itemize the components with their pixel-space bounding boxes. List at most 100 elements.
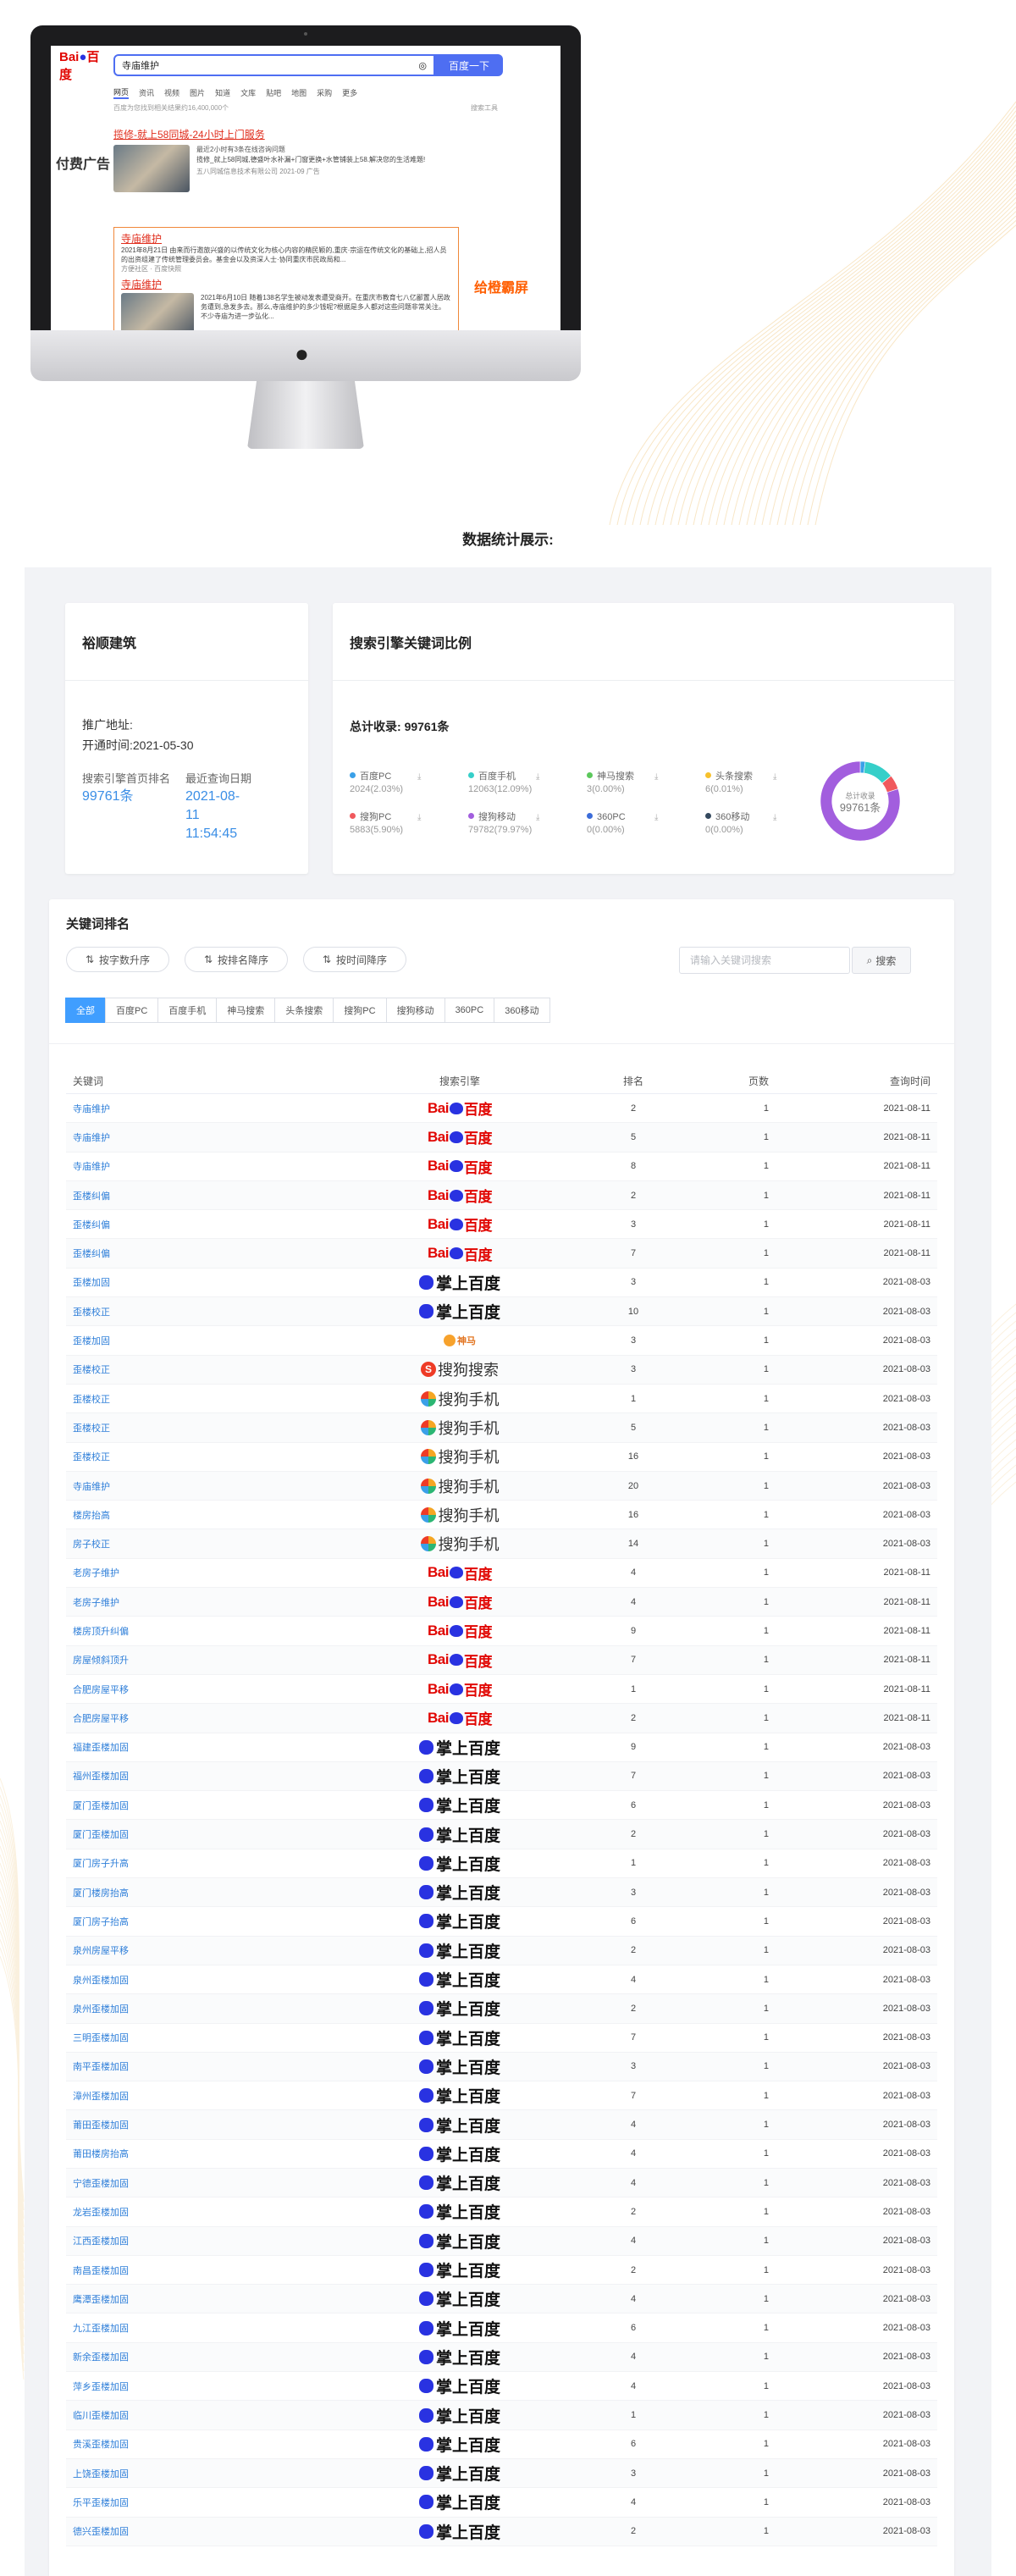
sort-by-rank-button[interactable]: ⇅ 按排名降序 bbox=[185, 947, 288, 972]
keyword-link[interactable]: 乐平歪楼加固 bbox=[66, 2496, 345, 2509]
keyword-link[interactable]: 萍乡歪楼加固 bbox=[66, 2380, 345, 2393]
keyword-link[interactable]: 三明歪楼加固 bbox=[66, 2031, 345, 2044]
screen-search-input[interactable]: 寺庙维护 ◎ bbox=[113, 54, 435, 76]
keyword-link[interactable]: 临川歪楼加固 bbox=[66, 2408, 345, 2422]
tab-shenma[interactable]: 神马搜索 bbox=[216, 998, 276, 1023]
keyword-link[interactable]: 房屋倾斜顶升 bbox=[66, 1653, 345, 1667]
keyword-link[interactable]: 老房子维护 bbox=[66, 1595, 345, 1609]
screen-tab[interactable]: 视频 bbox=[164, 87, 179, 98]
keyword-link[interactable]: 歪楼纠偏 bbox=[66, 1218, 345, 1231]
keyword-link[interactable]: 寺庙维护 bbox=[66, 1479, 345, 1493]
keyword-link[interactable]: 楼房抬高 bbox=[66, 1508, 345, 1522]
download-icon[interactable]: ⤓ bbox=[536, 811, 539, 824]
tab-sogou-mobile[interactable]: 搜狗移动 bbox=[385, 998, 445, 1023]
keyword-link[interactable]: 厦门歪楼加固 bbox=[66, 1799, 345, 1812]
screen-tab[interactable]: 贴吧 bbox=[266, 87, 281, 98]
screen-tab[interactable]: 文库 bbox=[240, 87, 256, 98]
keyword-search-input[interactable] bbox=[679, 947, 850, 974]
screen-search-button[interactable]: 百度一下 bbox=[435, 54, 503, 76]
keyword-link[interactable]: 南平歪楼加固 bbox=[66, 2059, 345, 2073]
keyword-link[interactable]: 福建歪楼加固 bbox=[66, 1740, 345, 1754]
legend-item[interactable]: 搜狗PC ⤓ 5883(5.90%) bbox=[350, 811, 468, 837]
keyword-link[interactable]: 寺庙维护 bbox=[66, 1130, 345, 1144]
tab-sogou-pc[interactable]: 搜狗PC bbox=[333, 998, 387, 1023]
keyword-link[interactable]: 厦门楼房抬高 bbox=[66, 1886, 345, 1899]
keyword-link[interactable]: 寺庙维护 bbox=[66, 1102, 345, 1115]
keyword-link[interactable]: 歪楼校正 bbox=[66, 1363, 345, 1376]
table-row: 漳州歪楼加固 掌上百度 7 1 2021-08-03 bbox=[66, 2081, 937, 2111]
keyword-link[interactable]: 歪楼校正 bbox=[66, 1421, 345, 1434]
download-icon[interactable]: ⤓ bbox=[773, 771, 776, 783]
download-icon[interactable]: ⤓ bbox=[536, 771, 539, 783]
keyword-link[interactable]: 莆田歪楼加固 bbox=[66, 2118, 345, 2131]
keyword-link[interactable]: 福州歪楼加固 bbox=[66, 1769, 345, 1783]
keyword-link[interactable]: 寺庙维护 bbox=[66, 1159, 345, 1173]
ad-title[interactable]: 揽修-就上58同城-24小时上门服务 bbox=[113, 127, 469, 141]
keyword-search-button[interactable]: ⌕ 搜索 bbox=[852, 947, 911, 974]
keyword-link[interactable]: 南昌歪楼加固 bbox=[66, 2264, 345, 2277]
legend-item[interactable]: 360PC ⤓ 0(0.00%) bbox=[587, 811, 705, 837]
screen-tab[interactable]: 资讯 bbox=[139, 87, 154, 98]
keyword-link[interactable]: 德兴歪楼加固 bbox=[66, 2524, 345, 2538]
keyword-link[interactable]: 贵溪歪楼加固 bbox=[66, 2437, 345, 2451]
keyword-link[interactable]: 歪楼校正 bbox=[66, 1392, 345, 1406]
screen-tab[interactable]: 采购 bbox=[317, 87, 332, 98]
legend-item[interactable]: 搜狗移动 ⤓ 79782(79.97%) bbox=[468, 811, 587, 837]
screen-tab[interactable]: 图片 bbox=[190, 87, 205, 98]
keyword-link[interactable]: 泉州房屋平移 bbox=[66, 1943, 345, 1957]
keyword-link[interactable]: 歪楼纠偏 bbox=[66, 1247, 345, 1260]
keyword-link[interactable]: 上饶歪楼加固 bbox=[66, 2467, 345, 2480]
keyword-link[interactable]: 合肥房屋平移 bbox=[66, 1683, 345, 1696]
keyword-link[interactable]: 楼房顶升纠偏 bbox=[66, 1624, 345, 1638]
keyword-link[interactable]: 歪楼校正 bbox=[66, 1450, 345, 1463]
engine-text: 百度 bbox=[463, 1218, 493, 1235]
keyword-link[interactable]: 鹰潭歪楼加固 bbox=[66, 2292, 345, 2306]
legend-item[interactable]: 神马搜索 ⤓ 3(0.00%) bbox=[587, 771, 705, 796]
tab-baidu-mobile[interactable]: 百度手机 bbox=[157, 998, 218, 1023]
legend-item[interactable]: 头条搜索 ⤓ 6(0.01%) bbox=[705, 771, 824, 796]
keyword-link[interactable]: 九江歪楼加固 bbox=[66, 2321, 345, 2335]
keyword-link[interactable]: 房子校正 bbox=[66, 1537, 345, 1551]
legend-item[interactable]: 百度手机 ⤓ 12063(12.09%) bbox=[468, 771, 587, 796]
keyword-link[interactable]: 老房子维护 bbox=[66, 1566, 345, 1579]
download-icon[interactable]: ⤓ bbox=[417, 811, 421, 824]
keyword-link[interactable]: 龙岩歪楼加固 bbox=[66, 2205, 345, 2219]
keyword-link[interactable]: 合肥房屋平移 bbox=[66, 1711, 345, 1725]
keyword-link[interactable]: 厦门歪楼加固 bbox=[66, 1827, 345, 1841]
keyword-link[interactable]: 厦门房子升高 bbox=[66, 1856, 345, 1870]
download-icon[interactable]: ⤓ bbox=[654, 771, 658, 783]
keyword-link[interactable]: 歪楼加固 bbox=[66, 1334, 345, 1347]
screen-tab[interactable]: 更多 bbox=[342, 87, 357, 98]
tab-toutiao[interactable]: 头条搜索 bbox=[274, 998, 334, 1023]
search-tools[interactable]: 搜索工具 bbox=[471, 103, 498, 113]
legend-item[interactable]: 360移动 ⤓ 0(0.00%) bbox=[705, 811, 824, 837]
r2-title[interactable]: 寺庙维护 bbox=[121, 277, 451, 291]
rank-cell: 4 bbox=[630, 1567, 637, 1578]
keyword-link[interactable]: 江西歪楼加固 bbox=[66, 2234, 345, 2247]
tab-360-pc[interactable]: 360PC bbox=[444, 998, 495, 1023]
keyword-link[interactable]: 宁德歪楼加固 bbox=[66, 2176, 345, 2190]
tab-baidu-pc[interactable]: 百度PC bbox=[105, 998, 159, 1023]
sort-by-length-button[interactable]: ⇅ 按字数升序 bbox=[66, 947, 169, 972]
r1-title[interactable]: 寺庙维护 bbox=[121, 231, 451, 246]
keyword-link[interactable]: 厦门房子抬高 bbox=[66, 1915, 345, 1928]
keyword-link[interactable]: 歪楼纠偏 bbox=[66, 1189, 345, 1202]
download-icon[interactable]: ⤓ bbox=[417, 771, 421, 783]
legend-item[interactable]: 百度PC ⤓ 2024(2.03%) bbox=[350, 771, 468, 796]
keyword-link[interactable]: 泉州歪楼加固 bbox=[66, 2002, 345, 2015]
tab-all[interactable]: 全部 bbox=[65, 998, 106, 1023]
download-icon[interactable]: ⤓ bbox=[654, 811, 658, 824]
baidu-mobile-logo: 掌上百度 bbox=[418, 2055, 500, 2078]
tab-360-mobile[interactable]: 360移动 bbox=[494, 998, 550, 1023]
keyword-link[interactable]: 漳州歪楼加固 bbox=[66, 2089, 345, 2103]
screen-tab[interactable]: 网页 bbox=[113, 86, 130, 99]
sort-by-time-button[interactable]: ⇅ 按时间降序 bbox=[303, 947, 406, 972]
keyword-link[interactable]: 莆田楼房抬高 bbox=[66, 2147, 345, 2160]
screen-tab[interactable]: 地图 bbox=[291, 87, 306, 98]
keyword-link[interactable]: 歪楼加固 bbox=[66, 1275, 345, 1289]
download-icon[interactable]: ⤓ bbox=[773, 811, 776, 824]
keyword-link[interactable]: 新余歪楼加固 bbox=[66, 2350, 345, 2363]
screen-tab[interactable]: 知道 bbox=[215, 87, 230, 98]
keyword-link[interactable]: 歪楼校正 bbox=[66, 1305, 345, 1318]
keyword-link[interactable]: 泉州歪楼加固 bbox=[66, 1973, 345, 1987]
